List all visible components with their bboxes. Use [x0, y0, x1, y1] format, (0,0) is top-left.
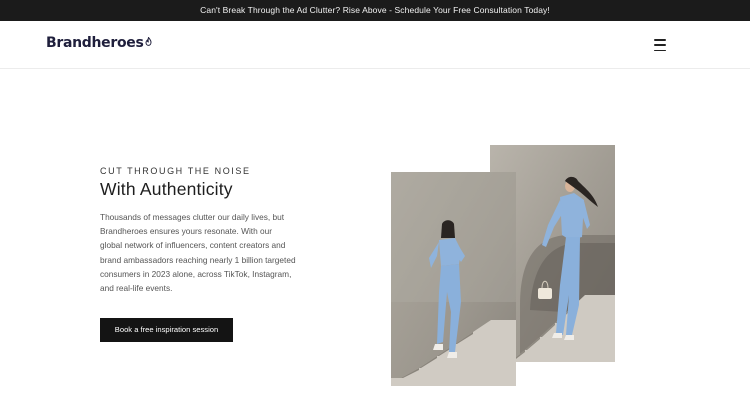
hero-photo-leaning [391, 172, 516, 386]
hero-body-text: Thousands of messages clutter our daily … [100, 212, 296, 294]
announcement-text[interactable]: Can't Break Through the Ad Clutter? Rise… [200, 5, 550, 15]
hero-eyebrow: CUT THROUGH THE NOISE [100, 166, 251, 176]
book-session-button[interactable]: Book a free inspiration session [100, 318, 233, 342]
photo-leaning-illustration [391, 172, 516, 386]
announcement-bar[interactable]: Can't Break Through the Ad Clutter? Rise… [0, 0, 750, 21]
menu-button[interactable] [652, 38, 668, 52]
hero-headline: With Authenticity [100, 179, 233, 199]
hamburger-line [654, 44, 666, 46]
site-header: Brandheroes [0, 21, 750, 69]
logo-text: Brandheroes [46, 35, 144, 51]
hamburger-line [654, 39, 666, 41]
flame-icon [145, 34, 152, 50]
brand-logo[interactable]: Brandheroes [46, 35, 152, 51]
hero-copy: CUT THROUGH THE NOISE With Authenticity … [100, 166, 300, 295]
hamburger-line [654, 49, 666, 51]
